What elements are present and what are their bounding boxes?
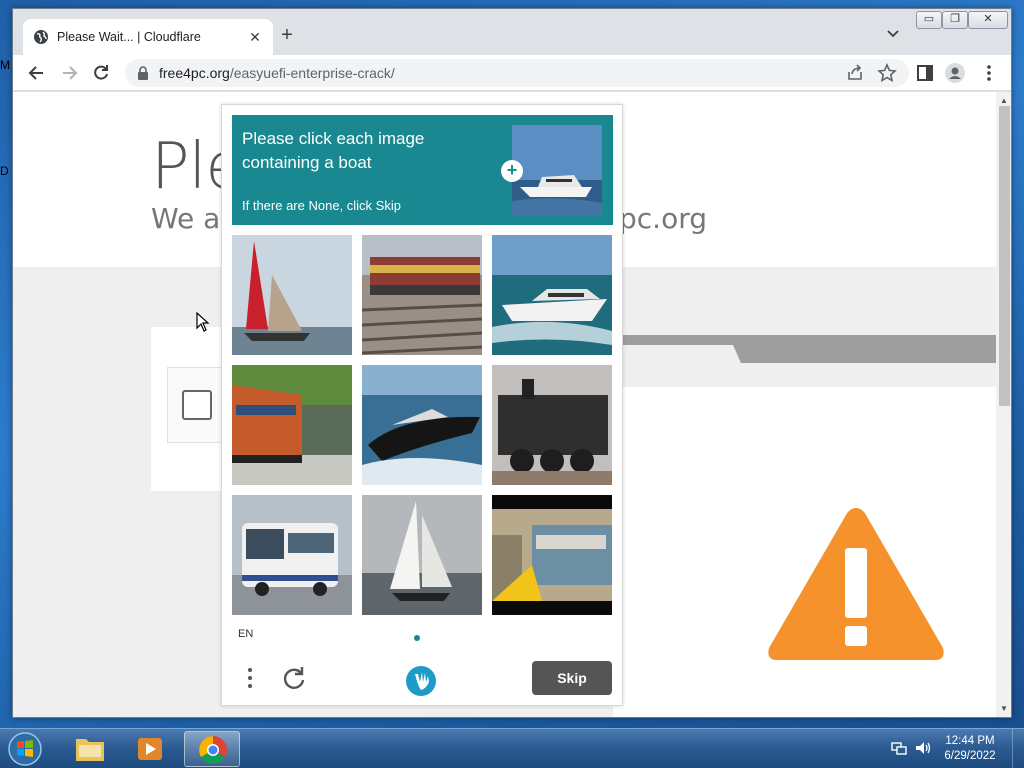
taskbar: 12:44 PM 6/29/2022	[0, 728, 1024, 768]
tile-subway-train[interactable]	[492, 495, 612, 615]
close-window-button[interactable]: ✕	[968, 11, 1008, 29]
example-boat-image	[512, 125, 602, 215]
desktop-edge-text: M	[0, 58, 10, 72]
taskbar-chrome[interactable]	[184, 731, 240, 767]
globe-icon	[34, 30, 48, 44]
language-selector[interactable]: EN	[238, 628, 253, 640]
page-subheading-tail: pc.org	[619, 202, 707, 235]
chevron-down-icon[interactable]	[885, 25, 901, 41]
clock-time: 12:44 PM	[945, 735, 995, 747]
tile-city-bus[interactable]	[232, 495, 352, 615]
clock-date: 6/29/2022	[944, 750, 996, 762]
plus-icon: +	[501, 160, 523, 182]
more-vertical-icon[interactable]	[979, 63, 999, 83]
human-checkbox[interactable]	[182, 390, 212, 420]
refresh-challenge-icon[interactable]	[280, 665, 308, 693]
page-indicator	[414, 635, 420, 641]
bookmark-star-icon[interactable]	[877, 63, 897, 83]
tab-title: Please Wait... | Cloudflare	[57, 30, 201, 44]
forward-arrow-icon[interactable]	[59, 63, 79, 83]
tile-sailboat-white[interactable]	[362, 495, 482, 615]
hcaptcha-logo-icon[interactable]	[404, 664, 438, 698]
tile-motor-yacht[interactable]	[492, 235, 612, 355]
taskbar-explorer[interactable]	[62, 731, 118, 767]
start-button-icon[interactable]	[6, 731, 44, 767]
tile-steam-locomotive[interactable]	[492, 365, 612, 485]
tile-speedboat[interactable]	[362, 365, 482, 485]
restore-button[interactable]: ❐	[942, 11, 968, 29]
chrome-icon	[199, 736, 227, 764]
show-desktop-button[interactable]	[1012, 729, 1024, 768]
share-icon[interactable]	[845, 63, 865, 83]
tab-bar: Please Wait... | Cloudflare ✕ + ▭ ❐ ✕	[13, 9, 1011, 55]
skip-hint: If there are None, click Skip	[242, 198, 401, 213]
skip-button[interactable]: Skip	[532, 661, 612, 695]
warning-icon	[768, 508, 944, 660]
new-tab-button[interactable]: +	[275, 24, 299, 47]
tab-cloudflare[interactable]: Please Wait... | Cloudflare ✕	[23, 19, 273, 55]
browser-toolbar: free4pc.org/easyuefi-enterprise-crack/	[13, 55, 1011, 91]
scroll-down-icon[interactable]: ▼	[1000, 704, 1008, 713]
minimize-button[interactable]: ▭	[916, 11, 942, 29]
challenge-header: Please click each image containing a boa…	[232, 115, 613, 225]
desktop-edge-text: D	[0, 164, 9, 178]
side-panel-icon[interactable]	[915, 63, 935, 83]
scroll-up-icon[interactable]: ▲	[1000, 96, 1008, 105]
address-bar[interactable]: free4pc.org/easyuefi-enterprise-crack/	[125, 59, 909, 87]
hcaptcha-challenge: Please click each image containing a boa…	[221, 104, 623, 706]
more-options-icon[interactable]	[240, 665, 260, 691]
page-subheading: We ar	[151, 202, 232, 235]
lock-icon[interactable]	[137, 66, 149, 80]
tile-orange-locomotive[interactable]	[232, 365, 352, 485]
media-player-icon	[138, 738, 162, 760]
system-clock[interactable]: 12:44 PM 6/29/2022	[940, 734, 1000, 764]
profile-avatar-icon[interactable]	[945, 63, 965, 83]
taskbar-media-player[interactable]	[122, 731, 178, 767]
mouse-cursor-icon	[196, 312, 210, 332]
scroll-thumb[interactable]	[999, 106, 1010, 406]
folder-icon	[76, 739, 104, 761]
tile-sailboat-red[interactable]	[232, 235, 352, 355]
network-icon[interactable]	[890, 739, 908, 757]
image-grid	[232, 235, 614, 617]
tile-train-tracks[interactable]	[362, 235, 482, 355]
tab-close-icon[interactable]: ✕	[247, 29, 263, 46]
url-path: /easyuefi-enterprise-crack/	[229, 65, 395, 81]
challenge-prompt: Please click each image containing a boa…	[242, 129, 425, 172]
reload-icon[interactable]	[91, 63, 111, 83]
vertical-scrollbar[interactable]: ▲ ▼	[996, 92, 1011, 717]
back-arrow-icon[interactable]	[27, 63, 47, 83]
url-host: free4pc.org	[159, 65, 230, 81]
decorative-bar	[623, 335, 996, 363]
volume-icon[interactable]	[914, 739, 932, 757]
